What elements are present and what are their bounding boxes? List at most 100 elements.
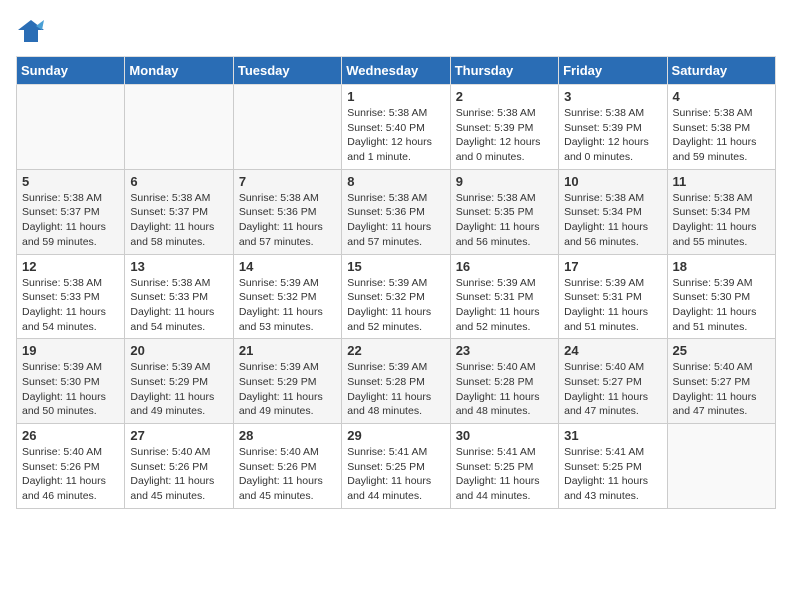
day-info: Sunrise: 5:40 AM Sunset: 5:26 PM Dayligh…: [239, 445, 336, 504]
day-number: 11: [673, 174, 770, 189]
weekday-header: Saturday: [667, 57, 775, 85]
calendar-cell: 16 Sunrise: 5:39 AM Sunset: 5:31 PM Dayli…: [450, 254, 558, 339]
calendar-cell: [667, 424, 775, 509]
day-number: 31: [564, 428, 661, 443]
calendar-cell: [125, 85, 233, 170]
day-info: Sunrise: 5:38 AM Sunset: 5:33 PM Dayligh…: [130, 276, 227, 335]
calendar-cell: 20 Sunrise: 5:39 AM Sunset: 5:29 PM Dayli…: [125, 339, 233, 424]
weekday-header: Tuesday: [233, 57, 341, 85]
day-info: Sunrise: 5:38 AM Sunset: 5:36 PM Dayligh…: [239, 191, 336, 250]
calendar-cell: 13 Sunrise: 5:38 AM Sunset: 5:33 PM Dayli…: [125, 254, 233, 339]
weekday-header-row: SundayMondayTuesdayWednesdayThursdayFrid…: [17, 57, 776, 85]
day-number: 7: [239, 174, 336, 189]
calendar-cell: 11 Sunrise: 5:38 AM Sunset: 5:34 PM Dayli…: [667, 169, 775, 254]
day-number: 6: [130, 174, 227, 189]
calendar-cell: 6 Sunrise: 5:38 AM Sunset: 5:37 PM Daylig…: [125, 169, 233, 254]
calendar-cell: 3Sunrise: 5:38 AM Sunset: 5:39 PM Daylig…: [559, 85, 667, 170]
calendar-cell: [233, 85, 341, 170]
calendar-cell: 23 Sunrise: 5:40 AM Sunset: 5:28 PM Dayli…: [450, 339, 558, 424]
calendar-cell: 17 Sunrise: 5:39 AM Sunset: 5:31 PM Dayli…: [559, 254, 667, 339]
day-info: Sunrise: 5:38 AM Sunset: 5:38 PM Dayligh…: [673, 106, 770, 165]
day-info: Sunrise: 5:38 AM Sunset: 5:35 PM Dayligh…: [456, 191, 553, 250]
day-number: 21: [239, 343, 336, 358]
calendar-week-row: 12 Sunrise: 5:38 AM Sunset: 5:33 PM Dayli…: [17, 254, 776, 339]
day-number: 9: [456, 174, 553, 189]
day-number: 23: [456, 343, 553, 358]
day-number: 5: [22, 174, 119, 189]
day-info: Sunrise: 5:39 AM Sunset: 5:31 PM Dayligh…: [456, 276, 553, 335]
day-number: 30: [456, 428, 553, 443]
day-info: Sunrise: 5:40 AM Sunset: 5:28 PM Dayligh…: [456, 360, 553, 419]
day-number: 22: [347, 343, 444, 358]
calendar-cell: 2 Sunrise: 5:38 AM Sunset: 5:39 PM Daylig…: [450, 85, 558, 170]
day-number: 14: [239, 259, 336, 274]
day-info: Sunrise: 5:41 AM Sunset: 5:25 PM Dayligh…: [456, 445, 553, 504]
day-number: 16: [456, 259, 553, 274]
day-info: Sunrise: 5:38 AM Sunset: 5:34 PM Dayligh…: [673, 191, 770, 250]
day-number: 27: [130, 428, 227, 443]
day-info: Sunrise: 5:39 AM Sunset: 5:30 PM Dayligh…: [22, 360, 119, 419]
day-number: 12: [22, 259, 119, 274]
calendar-cell: 4 Sunrise: 5:38 AM Sunset: 5:38 PM Daylig…: [667, 85, 775, 170]
calendar-cell: 22 Sunrise: 5:39 AM Sunset: 5:28 PM Dayli…: [342, 339, 450, 424]
calendar-cell: 26 Sunrise: 5:40 AM Sunset: 5:26 PM Dayli…: [17, 424, 125, 509]
calendar-cell: 12Sunrise: 5:38 AM Sunset: 5:33 PM Dayli…: [17, 254, 125, 339]
day-number: 19: [22, 343, 119, 358]
day-info: Sunrise: 5:39 AM Sunset: 5:29 PM Dayligh…: [239, 360, 336, 419]
day-info: Sunrise: 5:39 AM Sunset: 5:29 PM Dayligh…: [130, 360, 227, 419]
calendar-week-row: 26 Sunrise: 5:40 AM Sunset: 5:26 PM Dayli…: [17, 424, 776, 509]
day-info: Sunrise: 5:38 AM Sunset: 5:37 PM Dayligh…: [130, 191, 227, 250]
day-number: 4: [673, 89, 770, 104]
day-number: 3: [564, 89, 661, 104]
calendar-cell: 5 Sunrise: 5:38 AM Sunset: 5:37 PM Daylig…: [17, 169, 125, 254]
calendar-cell: 27 Sunrise: 5:40 AM Sunset: 5:26 PM Dayli…: [125, 424, 233, 509]
day-number: 28: [239, 428, 336, 443]
day-info: Sunrise: 5:38 AM Sunset: 5:36 PM Dayligh…: [347, 191, 444, 250]
day-info: Sunrise: 5:39 AM Sunset: 5:31 PM Dayligh…: [564, 276, 661, 335]
day-number: 26: [22, 428, 119, 443]
calendar-cell: 19 Sunrise: 5:39 AM Sunset: 5:30 PM Dayli…: [17, 339, 125, 424]
calendar-table: SundayMondayTuesdayWednesdayThursdayFrid…: [16, 56, 776, 509]
day-info: Sunrise: 5:40 AM Sunset: 5:26 PM Dayligh…: [22, 445, 119, 504]
day-info: Sunrise: 5:40 AM Sunset: 5:27 PM Dayligh…: [564, 360, 661, 419]
day-number: 29: [347, 428, 444, 443]
calendar-cell: 18 Sunrise: 5:39 AM Sunset: 5:30 PM Dayli…: [667, 254, 775, 339]
calendar-week-row: 19 Sunrise: 5:39 AM Sunset: 5:30 PM Dayli…: [17, 339, 776, 424]
page-header: [16, 16, 776, 44]
day-number: 18: [673, 259, 770, 274]
day-info: Sunrise: 5:38 AM Sunset: 5:39 PM Dayligh…: [456, 106, 553, 165]
day-info: Sunrise: 5:40 AM Sunset: 5:26 PM Dayligh…: [130, 445, 227, 504]
calendar-cell: 8Sunrise: 5:38 AM Sunset: 5:36 PM Daylig…: [342, 169, 450, 254]
day-number: 10: [564, 174, 661, 189]
day-number: 13: [130, 259, 227, 274]
weekday-header: Wednesday: [342, 57, 450, 85]
day-number: 20: [130, 343, 227, 358]
calendar-week-row: 5 Sunrise: 5:38 AM Sunset: 5:37 PM Daylig…: [17, 169, 776, 254]
day-number: 25: [673, 343, 770, 358]
calendar-cell: 1Sunrise: 5:38 AM Sunset: 5:40 PM Daylig…: [342, 85, 450, 170]
day-info: Sunrise: 5:38 AM Sunset: 5:40 PM Dayligh…: [347, 106, 444, 165]
day-number: 2: [456, 89, 553, 104]
calendar-cell: 10Sunrise: 5:38 AM Sunset: 5:34 PM Dayli…: [559, 169, 667, 254]
calendar-cell: 29 Sunrise: 5:41 AM Sunset: 5:25 PM Dayli…: [342, 424, 450, 509]
weekday-header: Friday: [559, 57, 667, 85]
logo-icon: [16, 16, 46, 44]
calendar-cell: 15 Sunrise: 5:39 AM Sunset: 5:32 PM Dayli…: [342, 254, 450, 339]
calendar-cell: 31Sunrise: 5:41 AM Sunset: 5:25 PM Dayli…: [559, 424, 667, 509]
day-info: Sunrise: 5:39 AM Sunset: 5:32 PM Dayligh…: [239, 276, 336, 335]
calendar-cell: 28 Sunrise: 5:40 AM Sunset: 5:26 PM Dayli…: [233, 424, 341, 509]
calendar-cell: 21 Sunrise: 5:39 AM Sunset: 5:29 PM Dayli…: [233, 339, 341, 424]
day-info: Sunrise: 5:41 AM Sunset: 5:25 PM Dayligh…: [347, 445, 444, 504]
day-info: Sunrise: 5:39 AM Sunset: 5:32 PM Dayligh…: [347, 276, 444, 335]
logo: [16, 16, 50, 44]
calendar-week-row: 1Sunrise: 5:38 AM Sunset: 5:40 PM Daylig…: [17, 85, 776, 170]
day-info: Sunrise: 5:39 AM Sunset: 5:30 PM Dayligh…: [673, 276, 770, 335]
weekday-header: Thursday: [450, 57, 558, 85]
day-number: 24: [564, 343, 661, 358]
day-number: 17: [564, 259, 661, 274]
weekday-header: Monday: [125, 57, 233, 85]
day-number: 15: [347, 259, 444, 274]
day-info: Sunrise: 5:38 AM Sunset: 5:37 PM Dayligh…: [22, 191, 119, 250]
day-info: Sunrise: 5:39 AM Sunset: 5:28 PM Dayligh…: [347, 360, 444, 419]
calendar-cell: 7 Sunrise: 5:38 AM Sunset: 5:36 PM Daylig…: [233, 169, 341, 254]
